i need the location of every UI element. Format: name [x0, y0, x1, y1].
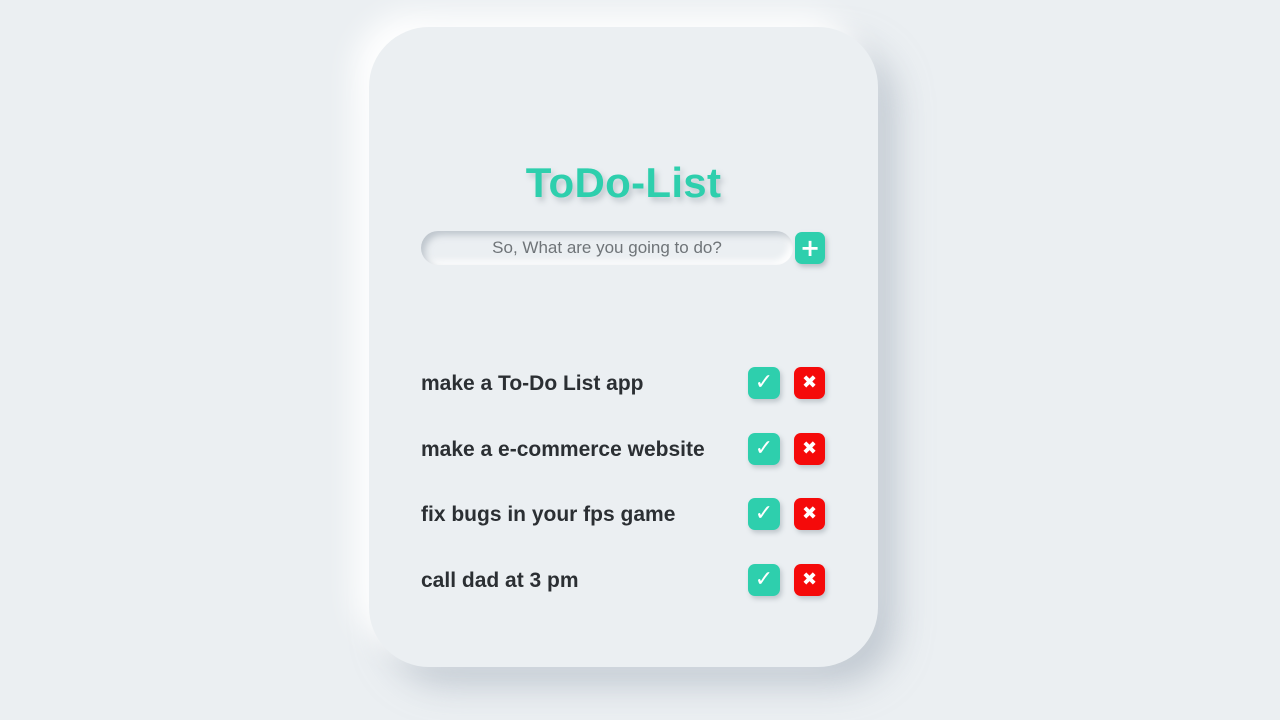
task-label: fix bugs in your fps game [421, 503, 676, 526]
task-item: call dad at 3 pm ✓ ✖ [421, 554, 826, 620]
task-input-wrapper [421, 231, 793, 265]
delete-task-button[interactable]: ✖ [794, 498, 825, 530]
close-icon: ✖ [801, 437, 818, 459]
plus-icon: + [799, 234, 821, 262]
check-icon: ✓ [754, 435, 774, 461]
todo-card: ToDo-List + make a To-Do List app ✓ ✖ ma… [369, 27, 878, 667]
delete-task-button[interactable]: ✖ [794, 367, 825, 399]
task-item: fix bugs in your fps game ✓ ✖ [421, 488, 826, 554]
app-title: ToDo-List [525, 159, 722, 206]
complete-task-button[interactable]: ✓ [748, 563, 780, 596]
close-icon: ✖ [801, 372, 818, 393]
task-list: make a To-Do List app ✓ ✖ make a e-comme… [421, 357, 826, 619]
complete-task-button[interactable]: ✓ [748, 498, 780, 530]
delete-task-button[interactable]: ✖ [794, 563, 825, 596]
complete-task-button[interactable]: ✓ [748, 432, 780, 465]
check-icon: ✓ [754, 566, 774, 592]
task-label: call dad at 3 pm [421, 568, 579, 592]
add-task-button[interactable]: + [795, 232, 825, 264]
check-icon: ✓ [754, 370, 774, 395]
task-label: make a To-Do List app [421, 372, 644, 395]
delete-task-button[interactable]: ✖ [794, 432, 825, 465]
task-item: make a To-Do List app ✓ ✖ [421, 357, 826, 423]
check-icon: ✓ [754, 501, 774, 526]
complete-task-button[interactable]: ✓ [748, 367, 780, 399]
task-input[interactable] [421, 231, 793, 265]
close-icon: ✖ [801, 503, 818, 524]
task-item: make a e-commerce website ✓ ✖ [421, 423, 826, 489]
close-icon: ✖ [801, 568, 818, 590]
task-label: make a e-commerce website [421, 437, 705, 461]
